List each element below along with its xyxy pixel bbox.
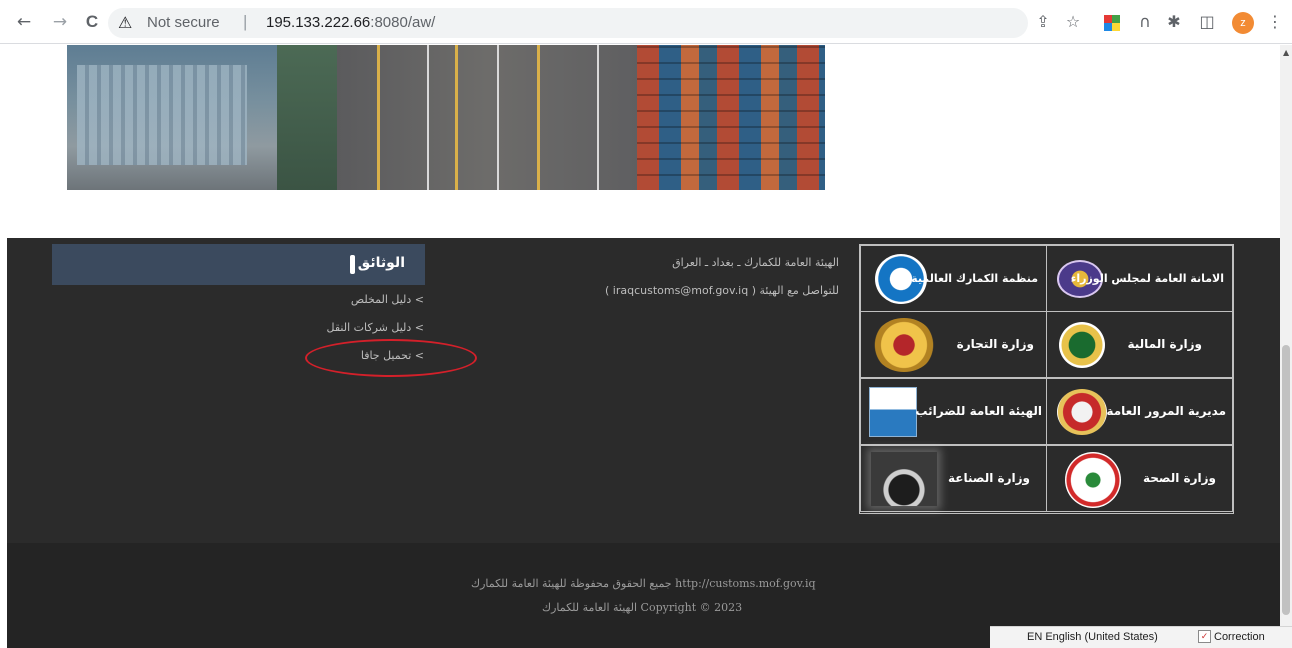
back-icon[interactable]: ← xyxy=(12,10,36,34)
lane-line xyxy=(455,45,458,190)
menu-kebab-icon[interactable]: ⋮ xyxy=(1264,11,1286,33)
scrollbar-thumb[interactable] xyxy=(1282,345,1290,615)
partner-label: الهيئة العامة للضرائب xyxy=(915,404,1042,418)
partner-ministry-industry[interactable]: وزارة الصناعة xyxy=(860,445,1047,512)
partner-label: وزارة المالية xyxy=(1127,337,1202,351)
lane-line xyxy=(377,45,380,190)
partner-ministry-health[interactable]: وزارة الصحة xyxy=(1046,445,1233,512)
trade-logo-icon xyxy=(873,318,935,372)
url-host: 195.133.222.66 xyxy=(266,14,371,31)
bookmark-star-icon[interactable]: ☆ xyxy=(1062,11,1084,33)
partner-label: منظمة الكمارك العالمية xyxy=(911,272,1038,285)
red-highlight-ellipse xyxy=(305,339,477,377)
contact-email[interactable]: للتواصل مع الهيئة ( iraqcustoms@mof.gov.… xyxy=(605,284,839,297)
link-clearance-guide[interactable]: > دليل المخلص xyxy=(351,293,424,306)
security-label[interactable]: Not secure xyxy=(147,14,220,31)
documents-title-marker xyxy=(350,255,355,274)
scroll-up-arrow-icon[interactable]: ▲ xyxy=(1283,48,1289,57)
header-banner-image xyxy=(67,45,825,190)
partner-ministry-trade[interactable]: وزارة التجارة xyxy=(860,311,1047,378)
share-icon[interactable]: ⇪ xyxy=(1032,11,1054,33)
ship-deck-graphic xyxy=(77,65,247,165)
extension-colorful-icon[interactable] xyxy=(1104,15,1120,31)
link-transport-companies-guide[interactable]: > دليل شركات النقل xyxy=(327,321,424,334)
partner-cabinet-secretariat[interactable]: الامانة العامة لمجلس الوزراء xyxy=(1046,245,1233,312)
partner-label: مديرية المرور العامة xyxy=(1106,404,1226,418)
copyright-line1: جميع الحقوق محفوظة للهيئة العامة للكمارك… xyxy=(471,577,816,590)
warning-icon[interactable]: ⚠ xyxy=(118,13,138,33)
container-yard-graphic xyxy=(637,45,825,190)
partner-label: وزارة الصناعة xyxy=(948,471,1030,485)
water-graphic xyxy=(277,45,337,190)
lane-line xyxy=(497,45,499,190)
industry-logo-icon xyxy=(871,452,937,506)
sidebar-panel xyxy=(915,45,1218,238)
partner-label: وزارة الصحة xyxy=(1142,471,1216,485)
lane-line xyxy=(537,45,540,190)
language-indicator[interactable]: EN English (United States) xyxy=(1027,631,1158,643)
correction-icon[interactable]: ✓ xyxy=(1198,630,1211,643)
side-panel-icon[interactable]: ◫ xyxy=(1196,11,1218,33)
lane-line xyxy=(427,45,429,190)
profile-avatar[interactable]: z xyxy=(1232,12,1254,34)
lane-line xyxy=(597,45,599,190)
forward-icon[interactable]: → xyxy=(48,10,72,34)
url-text[interactable]: 195.133.222.66:8080/aw/ xyxy=(266,14,435,31)
correction-button[interactable]: Correction xyxy=(1214,631,1265,643)
contact-address: الهيئة العامة للكمارك ـ بغداد ـ العراق xyxy=(672,256,839,269)
extensions-puzzle-icon[interactable]: ✱ xyxy=(1163,11,1185,33)
extension-arch-icon[interactable]: ∩ xyxy=(1134,11,1156,33)
partner-label: وزارة التجارة xyxy=(956,337,1034,351)
documents-title: الوثائق xyxy=(357,255,405,271)
url-path: :8080/aw/ xyxy=(370,14,436,31)
partner-ministry-finance[interactable]: وزارة المالية xyxy=(1046,311,1233,378)
partner-traffic-directorate[interactable]: مديرية المرور العامة xyxy=(1046,378,1233,445)
copyright-line2: الهيئة العامة للكمارك Copyright © 2023 xyxy=(542,601,743,614)
finance-logo-icon xyxy=(1059,322,1105,368)
reload-icon[interactable]: C xyxy=(80,10,104,34)
documents-header: الوثائق xyxy=(52,244,425,285)
tax-logo-icon xyxy=(869,387,917,437)
traffic-logo-icon xyxy=(1057,389,1107,435)
url-separator: | xyxy=(243,12,248,31)
partner-label: الامانة العامة لمجلس الوزراء xyxy=(1070,272,1224,285)
partner-tax-commission[interactable]: الهيئة العامة للضرائب xyxy=(860,378,1047,445)
highway-graphic xyxy=(337,45,637,190)
partners-grid: الامانة العامة لمجلس الوزراء منظمة الكما… xyxy=(859,244,1234,514)
partner-world-customs[interactable]: منظمة الكمارك العالمية xyxy=(860,245,1047,312)
health-logo-icon xyxy=(1065,452,1121,508)
